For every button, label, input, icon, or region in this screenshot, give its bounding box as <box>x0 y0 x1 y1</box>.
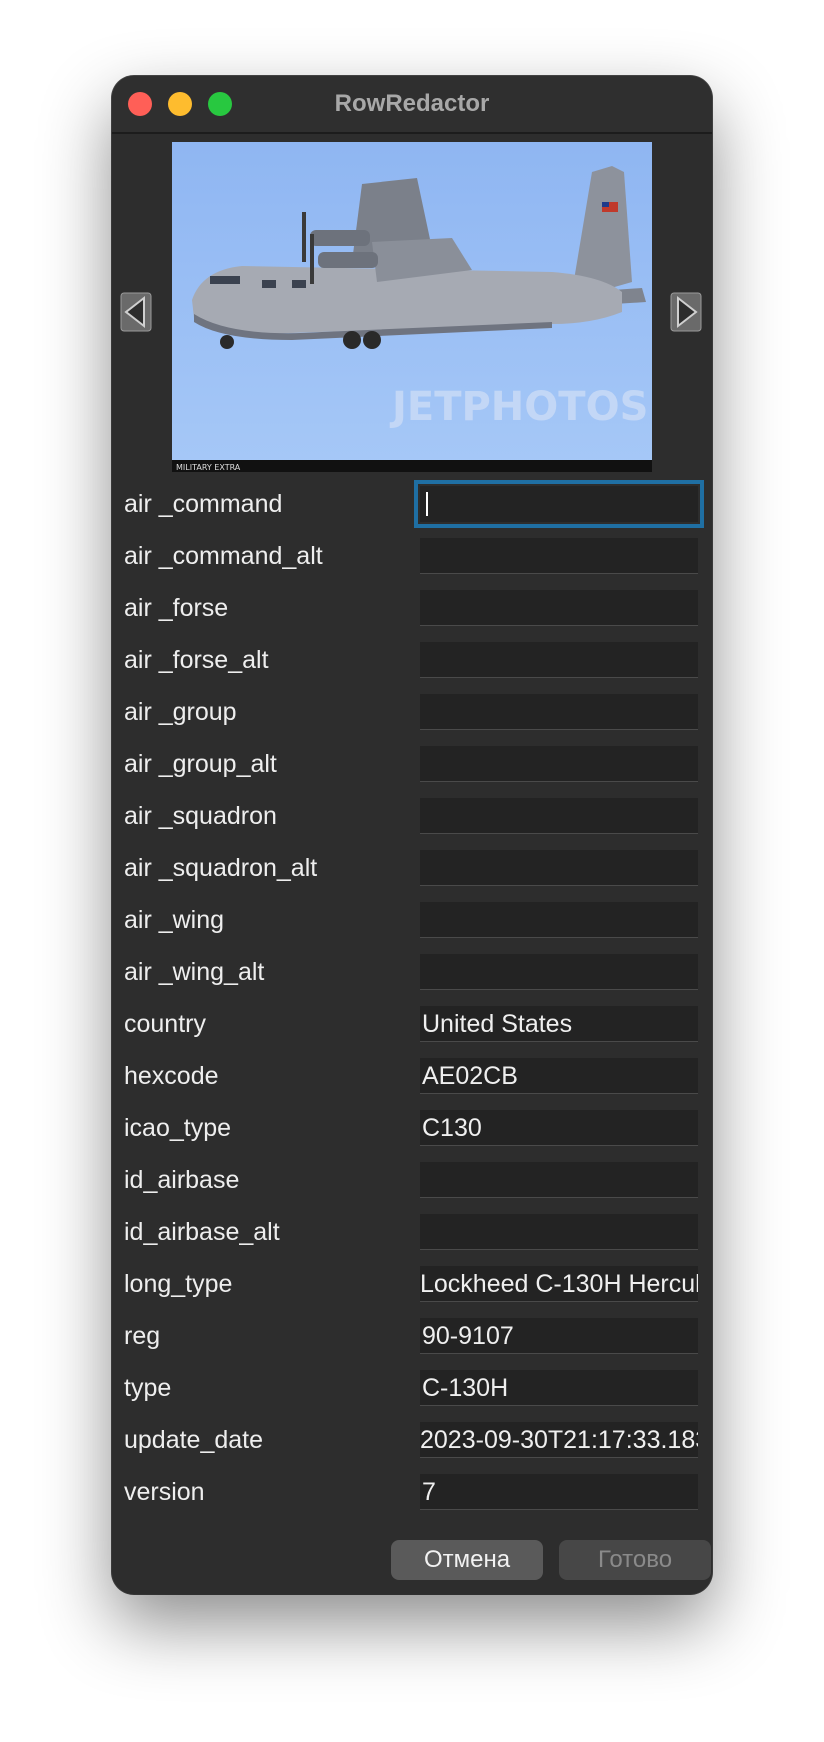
field-row: long_type Lockheed C-130H Hercules <box>112 1258 712 1310</box>
field-label: hexcode <box>124 1062 219 1090</box>
aircraft-photo: JETPHOTOS MILITARY EXTRA <box>172 142 652 472</box>
field-label: air _forse_alt <box>124 646 269 674</box>
field-label: id_airbase <box>124 1166 240 1194</box>
field-label: air _group_alt <box>124 750 277 778</box>
air-group-input[interactable] <box>420 694 698 730</box>
update-date-input[interactable]: 2023-09-30T21:17:33.183Z <box>420 1422 698 1458</box>
field-row: id_airbase <box>112 1154 712 1206</box>
triangle-left-icon <box>120 292 152 332</box>
field-label: update_date <box>124 1426 264 1454</box>
country-input[interactable]: United States <box>420 1006 698 1042</box>
version-input[interactable]: 7 <box>420 1474 698 1510</box>
field-row: type C-130H <box>112 1362 712 1414</box>
watermark-text: JETPHOTOS <box>389 384 648 430</box>
field-row: hexcode AE02CB <box>112 1050 712 1102</box>
field-row: air _group <box>112 686 712 738</box>
previous-photo-button[interactable] <box>120 292 152 332</box>
icao-type-input[interactable]: C130 <box>420 1110 698 1146</box>
field-row: air _forse_alt <box>112 634 712 686</box>
done-button[interactable]: Готово <box>559 1540 711 1580</box>
field-row: reg 90-9107 <box>112 1310 712 1362</box>
hexcode-input[interactable]: AE02CB <box>420 1058 698 1094</box>
id-airbase-alt-input[interactable] <box>420 1214 698 1250</box>
field-label: air _squadron <box>124 802 277 830</box>
type-input[interactable]: C-130H <box>420 1370 698 1406</box>
field-row: air _squadron <box>112 790 712 842</box>
field-row: version 7 <box>112 1466 712 1518</box>
field-row: air _forse <box>112 582 712 634</box>
field-row: air _squadron_alt <box>112 842 712 894</box>
air-command-input[interactable] <box>414 480 704 528</box>
long-type-input[interactable]: Lockheed C-130H Hercules <box>420 1266 698 1302</box>
air-squadron-input[interactable] <box>420 798 698 834</box>
field-row: air _wing <box>112 894 712 946</box>
air-wing-alt-input[interactable] <box>420 954 698 990</box>
air-command-alt-input[interactable] <box>420 538 698 574</box>
field-row: update_date 2023-09-30T21:17:33.183Z <box>112 1414 712 1466</box>
field-row: icao_type C130 <box>112 1102 712 1154</box>
field-label: air _wing <box>124 906 225 934</box>
field-label: air _command_alt <box>124 542 323 570</box>
field-label: air _squadron_alt <box>124 854 318 882</box>
reg-input[interactable]: 90-9107 <box>420 1318 698 1354</box>
air-forse-alt-input[interactable] <box>420 642 698 678</box>
field-label: long_type <box>124 1270 233 1298</box>
field-row: id_airbase_alt <box>112 1206 712 1258</box>
cancel-button[interactable]: Отмена <box>391 1540 543 1580</box>
field-label: version <box>124 1478 205 1506</box>
field-label: air _group <box>124 698 237 726</box>
field-row: country United States <box>112 998 712 1050</box>
field-label: reg <box>124 1322 161 1350</box>
air-forse-input[interactable] <box>420 590 698 626</box>
field-label: icao_type <box>124 1114 232 1142</box>
window-title: RowRedactor <box>334 90 490 117</box>
field-row: air _command_alt <box>112 530 712 582</box>
title-bar[interactable]: RowRedactor <box>112 76 712 134</box>
field-label: air _command <box>124 490 283 518</box>
field-label: air _forse <box>124 594 229 622</box>
row-redactor-window: RowRedactor JETPHOTOS MILITARY EXTRA air… <box>112 76 712 1594</box>
field-row: air _group_alt <box>112 738 712 790</box>
next-photo-button[interactable] <box>670 292 702 332</box>
field-label: id_airbase_alt <box>124 1218 280 1246</box>
text-caret <box>426 492 428 516</box>
air-group-alt-input[interactable] <box>420 746 698 782</box>
air-wing-input[interactable] <box>420 902 698 938</box>
triangle-right-icon <box>670 292 702 332</box>
field-row: air _command <box>112 478 712 530</box>
field-label: air _wing_alt <box>124 958 265 986</box>
photo-credit: MILITARY EXTRA <box>176 463 241 472</box>
field-label: country <box>124 1010 206 1038</box>
id-airbase-input[interactable] <box>420 1162 698 1198</box>
field-label: type <box>124 1374 172 1402</box>
air-squadron-alt-input[interactable] <box>420 850 698 886</box>
field-row: air _wing_alt <box>112 946 712 998</box>
